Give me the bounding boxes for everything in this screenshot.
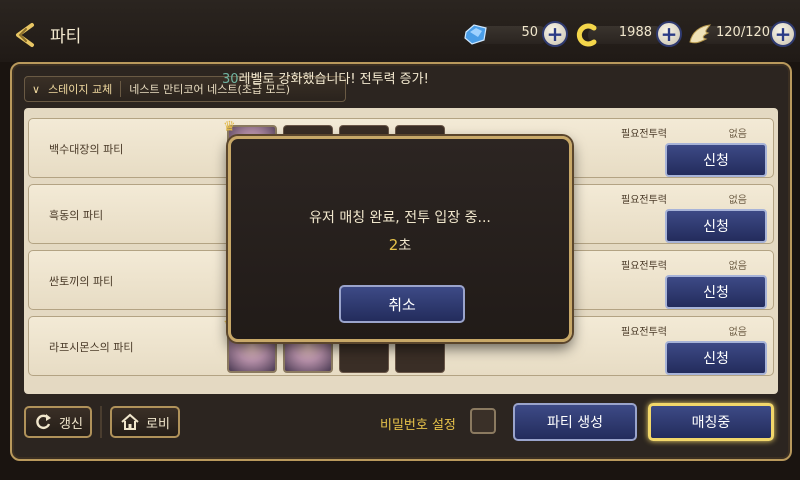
countdown-number: 2 <box>388 236 399 254</box>
countdown-unit: 초 <box>398 238 412 254</box>
cancel-button[interactable]: 취소 <box>339 285 465 323</box>
countdown: 2초 <box>231 235 569 255</box>
matching-dialog: 유저 매칭 완료, 전투 입장 중... 2초 취소 <box>228 136 572 342</box>
matching-message: 유저 매칭 완료, 전투 입장 중... <box>309 210 491 226</box>
